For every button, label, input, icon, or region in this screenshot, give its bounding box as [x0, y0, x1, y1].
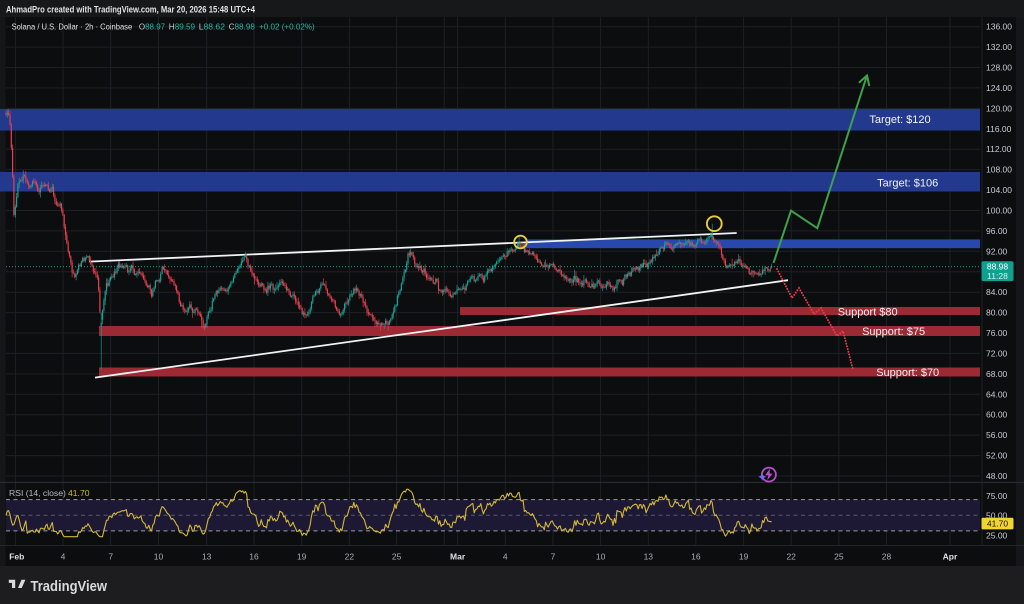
svg-text:128.00: 128.00 — [986, 63, 1012, 73]
svg-text:19: 19 — [739, 552, 749, 562]
svg-text:124.00: 124.00 — [986, 83, 1012, 93]
svg-text:22: 22 — [345, 552, 355, 562]
svg-text:L88.62: L88.62 — [199, 22, 226, 32]
svg-text:4: 4 — [503, 552, 508, 562]
svg-text:136.00: 136.00 — [986, 22, 1012, 32]
svg-text:Solana / U.S. Dollar · 2h · Co: Solana / U.S. Dollar · 2h · Coinbase — [12, 22, 133, 32]
svg-text:11:28: 11:28 — [987, 271, 1008, 281]
svg-text:16: 16 — [249, 552, 259, 562]
svg-text:22: 22 — [786, 552, 796, 562]
svg-text:64.00: 64.00 — [986, 389, 1008, 399]
svg-text:Mar: Mar — [450, 552, 466, 562]
svg-text:56.00: 56.00 — [986, 430, 1008, 440]
svg-text:Support $80: Support $80 — [838, 306, 898, 318]
svg-text:28: 28 — [882, 552, 892, 562]
svg-text:25: 25 — [392, 552, 402, 562]
svg-text:4: 4 — [61, 552, 66, 562]
svg-text:76.00: 76.00 — [986, 328, 1008, 338]
svg-text:96.00: 96.00 — [986, 226, 1008, 236]
svg-text:+0.02 (+0.02%): +0.02 (+0.02%) — [259, 22, 315, 32]
svg-text:25.00: 25.00 — [986, 531, 1008, 541]
svg-text:120.00: 120.00 — [986, 103, 1012, 113]
svg-text:O88.97: O88.97 — [139, 22, 165, 32]
svg-text:84.00: 84.00 — [986, 287, 1008, 297]
svg-text:132.00: 132.00 — [986, 42, 1012, 52]
svg-text:112.00: 112.00 — [986, 144, 1012, 154]
svg-text:AhmadPro created with TradingV: AhmadPro created with TradingView.com, M… — [6, 5, 256, 16]
svg-text:41.70: 41.70 — [68, 488, 90, 498]
svg-text:TradingView: TradingView — [31, 579, 108, 595]
svg-text:116.00: 116.00 — [986, 124, 1012, 134]
svg-text:16: 16 — [691, 552, 701, 562]
svg-text:Feb: Feb — [9, 552, 24, 562]
svg-text:108.00: 108.00 — [986, 165, 1012, 175]
svg-text:25: 25 — [834, 552, 844, 562]
svg-text:52.00: 52.00 — [986, 451, 1008, 461]
svg-text:75.00: 75.00 — [986, 491, 1008, 501]
svg-text:72.00: 72.00 — [986, 348, 1008, 358]
svg-text:41.70: 41.70 — [987, 519, 1009, 529]
svg-text:80.00: 80.00 — [986, 308, 1008, 318]
svg-text:Target: $120: Target: $120 — [869, 114, 930, 126]
svg-text:7: 7 — [551, 552, 556, 562]
svg-text:10: 10 — [154, 552, 164, 562]
svg-text:19: 19 — [297, 552, 307, 562]
svg-text:7: 7 — [108, 552, 113, 562]
svg-text:Support: $70: Support: $70 — [876, 367, 939, 379]
svg-text:104.00: 104.00 — [986, 185, 1012, 195]
svg-text:Apr: Apr — [943, 552, 958, 562]
svg-text:60.00: 60.00 — [986, 410, 1008, 420]
svg-text:13: 13 — [644, 552, 654, 562]
svg-text:RSI (14, close): RSI (14, close) — [9, 488, 66, 498]
svg-text:68.00: 68.00 — [986, 369, 1008, 379]
svg-text:10: 10 — [596, 552, 606, 562]
svg-text:Target: $106: Target: $106 — [877, 177, 938, 189]
svg-text:48.00: 48.00 — [986, 471, 1008, 481]
svg-text:100.00: 100.00 — [986, 206, 1012, 216]
svg-text:92.00: 92.00 — [986, 246, 1008, 256]
svg-text:Support: $75: Support: $75 — [862, 326, 925, 338]
svg-text:13: 13 — [202, 552, 212, 562]
svg-text:H89.59: H89.59 — [169, 22, 195, 32]
svg-text:C88.98: C88.98 — [229, 22, 255, 32]
